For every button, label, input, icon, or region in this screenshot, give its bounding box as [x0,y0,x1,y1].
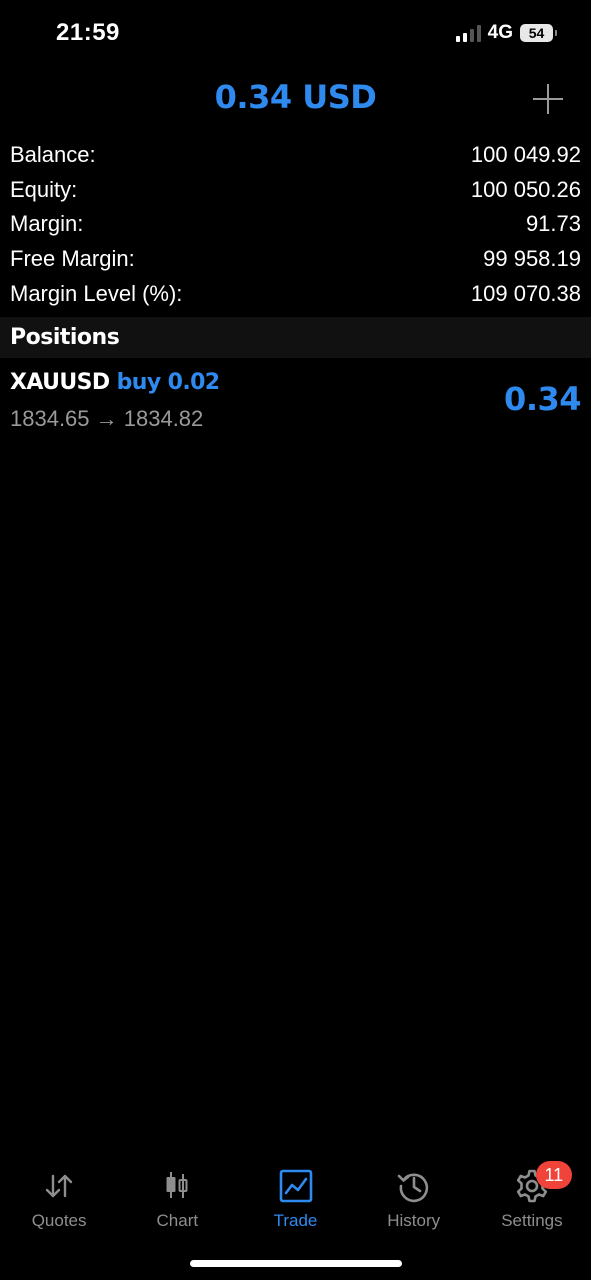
summary-label: Equity: [10,176,78,202]
tab-quotes[interactable]: Quotes [0,1160,118,1240]
history-icon [397,1173,428,1203]
header: 0.34 USD [0,72,591,128]
summary-row-balance: Balance: 100 049.92 [10,138,581,173]
summary-value: 100 049.92 [470,142,581,168]
summary-label: Free Margin: [10,246,135,272]
position-type: buy 0.02 [116,370,220,395]
summary-label: Margin: [10,211,84,237]
summary-value: 109 070.38 [470,280,581,306]
summary-row-margin: Margin: 91.73 [10,207,581,242]
tab-label: Trade [273,1211,318,1230]
position-title: XAUUSD buy 0.02 [10,370,220,395]
section-title: Positions [10,325,120,350]
battery-level: 54 [528,25,545,41]
signal-icon [455,24,481,42]
tab-label: Settings [501,1211,563,1230]
tab-label: Quotes [31,1211,87,1230]
position-row[interactable]: XAUUSD buy 0.02 1834.65 → 1834.82 0.34 [0,362,591,438]
position-prices: 1834.65 → 1834.82 [10,406,204,431]
position-symbol: XAUUSD [10,370,110,395]
trade-icon [279,1169,312,1203]
network-type: 4G [487,22,513,43]
summary-value: 99 958.19 [483,246,581,272]
tab-settings[interactable]: Settings 11 [473,1160,591,1240]
page-title: 0.34 USD [214,78,377,116]
account-summary: Balance: 100 049.92 Equity: 100 050.26 M… [10,138,581,311]
summary-row-free-margin: Free Margin: 99 958.19 [10,242,581,277]
chart-icon [166,1172,188,1198]
home-indicator[interactable] [190,1260,402,1267]
tab-label: Chart [156,1211,199,1230]
status-time: 21:59 [56,19,120,46]
summary-value: 91.73 [525,211,581,237]
summary-row-equity: Equity: 100 050.26 [10,173,581,208]
battery-icon: 54 [520,24,557,42]
summary-row-margin-level: Margin Level (%): 109 070.38 [10,276,581,311]
positions-section-header: Positions [0,317,591,358]
tab-history[interactable]: History [355,1160,473,1240]
summary-label: Margin Level (%): [10,280,183,306]
tab-trade[interactable]: Trade [236,1160,354,1240]
plus-icon[interactable] [531,82,565,116]
summary-value: 100 050.26 [470,176,581,202]
summary-label: Balance: [10,142,96,168]
status-indicators: 4G 54 [455,22,557,44]
tab-bar: Quotes Chart Trade History Settings 11 [0,1160,591,1240]
status-bar: 21:59 4G 54 [0,0,591,66]
tab-chart[interactable]: Chart [118,1160,236,1240]
position-profit: 0.34 [504,380,581,418]
quotes-icon [45,1174,73,1198]
tab-label: History [387,1211,441,1230]
trade-screen: 21:59 4G 54 0.34 USD Balance: 100 049.92… [0,0,591,1280]
notification-badge: 11 [535,1161,572,1189]
